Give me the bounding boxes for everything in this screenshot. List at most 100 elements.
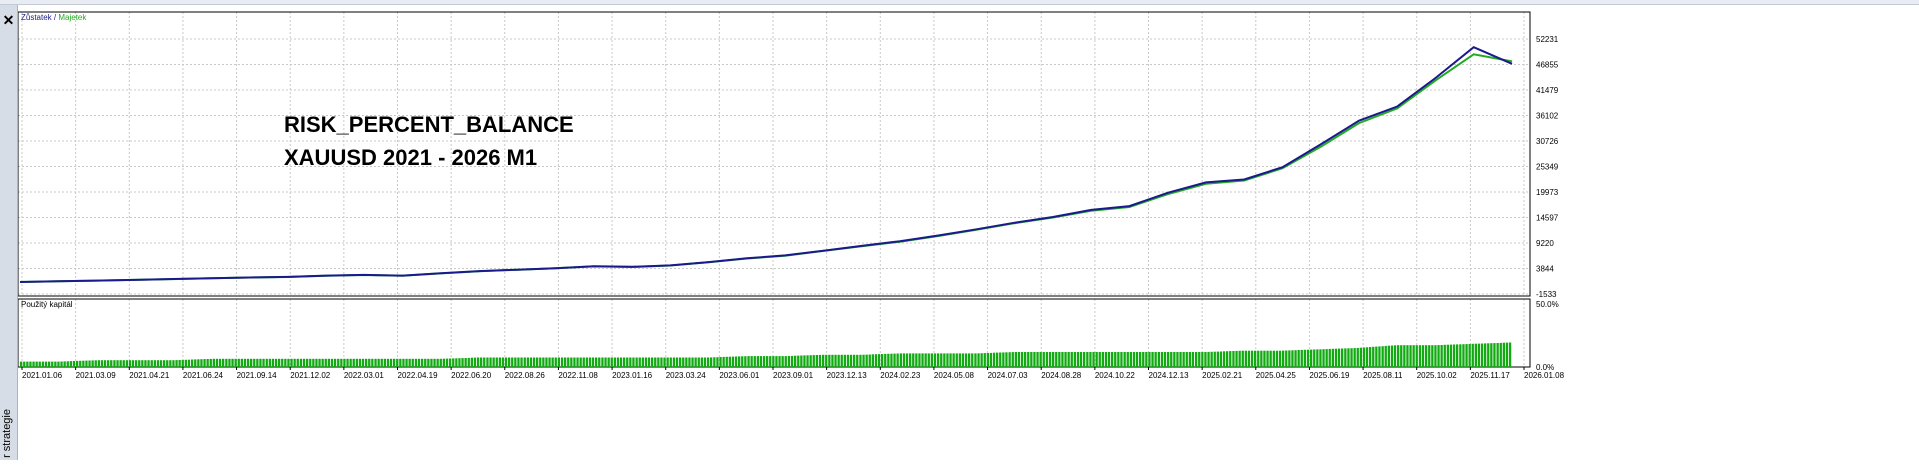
used-capital-bar	[1126, 352, 1129, 367]
used-capital-bar	[996, 352, 999, 367]
used-capital-bar	[327, 358, 330, 367]
y-axis-ticks: 52231 46855 41479 36102 30726 25349 19973 14597…	[1536, 35, 1559, 299]
used-capital-bar	[1201, 352, 1204, 367]
used-capital-bar	[831, 354, 834, 367]
used-capital-bar	[1397, 345, 1400, 367]
used-capital-bar	[747, 356, 750, 367]
used-capital-bar	[1017, 352, 1021, 367]
used-capital-bar	[445, 358, 449, 367]
used-capital-bar	[128, 360, 132, 367]
y-tick-label: 3844	[1536, 265, 1554, 274]
used-capital-bar	[787, 356, 791, 367]
used-capital-bar	[728, 356, 731, 367]
x-tick-label: 2021.09.14	[237, 371, 278, 380]
used-capital-bar	[1132, 352, 1136, 367]
used-capital-bar	[983, 353, 986, 367]
used-capital-bar	[734, 356, 738, 367]
used-capital-bar	[231, 358, 234, 367]
used-capital-bar	[1288, 350, 1291, 367]
used-capital-bar	[436, 358, 439, 367]
used-capital-bar	[585, 357, 588, 367]
x-tick-label: 2024.08.28	[1041, 371, 1082, 380]
used-capital-bar	[800, 355, 803, 367]
used-capital-bar	[501, 357, 505, 367]
used-capital-bar	[564, 357, 567, 367]
panel-tab-label[interactable]: r strategie	[1, 409, 13, 458]
used-capital-bar	[125, 360, 128, 367]
used-capital-bar	[825, 354, 828, 367]
used-capital-bar	[48, 361, 51, 367]
used-capital-bar	[166, 360, 169, 367]
used-capital-bar	[508, 357, 511, 367]
x-tick-label: 2021.04.21	[129, 371, 170, 380]
used-capital-bar	[989, 352, 993, 367]
used-capital-bar	[1210, 351, 1213, 367]
used-capital-bar	[1260, 350, 1263, 367]
used-capital-bar	[218, 358, 222, 367]
used-capital-bar	[222, 358, 225, 367]
used-capital-bar	[1160, 352, 1164, 367]
used-capital-bar	[641, 357, 644, 367]
used-capital-bar	[1092, 352, 1095, 367]
used-capital-bar	[961, 353, 965, 367]
used-capital-bar	[822, 354, 825, 367]
used-capital-bar	[284, 358, 287, 367]
used-capital-bar	[756, 356, 759, 367]
used-capital-bar	[452, 358, 455, 367]
used-capital-bar	[495, 357, 498, 367]
used-capital-bar	[408, 358, 411, 367]
used-capital-bar	[1409, 345, 1412, 367]
used-capital-bar	[952, 353, 955, 367]
used-capital-bar	[393, 358, 396, 367]
used-capital-bar	[803, 355, 806, 367]
used-capital-bar	[243, 358, 247, 367]
used-capital-bar	[722, 356, 725, 367]
used-capital-bar	[884, 353, 887, 367]
used-capital-bar	[343, 358, 346, 367]
used-capital-bar	[943, 353, 946, 367]
used-capital-bar	[1216, 351, 1219, 367]
used-capital-bar	[240, 358, 243, 367]
used-capital-bar	[455, 358, 458, 367]
used-capital-bar	[23, 361, 26, 367]
used-capital-bar	[1477, 343, 1481, 367]
used-capital-bar	[1129, 352, 1132, 367]
used-capital-bar	[924, 353, 927, 367]
used-capital-bar	[818, 354, 822, 367]
used-capital-bar	[1282, 350, 1285, 367]
used-capital-bar	[750, 356, 753, 367]
used-capital-bar	[467, 357, 470, 367]
used-capital-bar	[1095, 352, 1098, 367]
used-capital-bar	[476, 357, 480, 367]
used-capital-bar	[980, 353, 983, 367]
used-capital-bar	[837, 354, 840, 367]
used-capital-bar	[414, 358, 418, 367]
used-capital-bar	[992, 352, 996, 367]
used-capital-bar	[1387, 345, 1390, 367]
used-capital-bar	[116, 360, 119, 367]
used-capital-bar	[679, 357, 682, 367]
used-capital-bar	[613, 357, 616, 367]
used-capital-bar	[85, 360, 88, 367]
used-capital-bar	[76, 360, 79, 367]
used-capital-bar	[1154, 352, 1157, 367]
used-capital-bar	[629, 357, 632, 367]
used-capital-bar	[623, 357, 626, 367]
used-capital-bar	[1055, 352, 1058, 367]
used-capital-bar	[57, 361, 60, 367]
used-capital-bar	[262, 358, 265, 367]
used-capital-bar	[588, 357, 592, 367]
used-capital-bar	[697, 357, 700, 367]
used-capital-bar	[949, 353, 952, 367]
used-capital-bar	[430, 358, 433, 367]
close-icon[interactable]: ✕	[2, 13, 15, 27]
used-capital-bar	[909, 353, 912, 367]
used-capital-bar	[461, 358, 464, 367]
used-capital-bar	[1061, 352, 1064, 367]
used-capital-bar	[840, 354, 843, 367]
used-capital-bar	[1306, 349, 1310, 367]
used-capital-bar	[1393, 345, 1397, 367]
used-capital-bar	[1148, 352, 1151, 367]
used-capital-bar	[1269, 350, 1272, 367]
used-capital-bar	[1005, 352, 1008, 367]
